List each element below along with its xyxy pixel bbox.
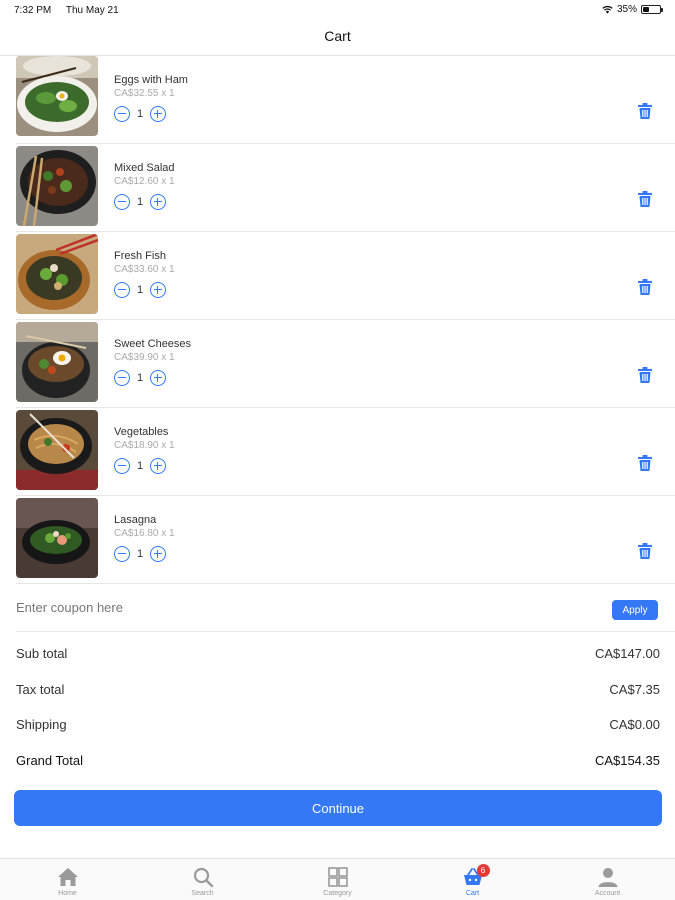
- increase-quantity-button[interactable]: [150, 546, 166, 562]
- row-divider: [16, 583, 675, 584]
- tax-label: Tax total: [16, 681, 65, 697]
- subtotal-value: CA$147.00: [594, 646, 660, 661]
- quantity-value: 1: [136, 284, 144, 296]
- tab-search[interactable]: Search: [135, 859, 270, 900]
- food-image: [16, 410, 98, 490]
- continue-button[interactable]: Continue: [14, 790, 662, 826]
- shipping-row: Shipping CA$0.00: [16, 707, 660, 743]
- grand-total-value: CA$154.35: [594, 752, 660, 768]
- quantity-value: 1: [136, 548, 144, 560]
- trash-icon[interactable]: [637, 190, 653, 208]
- quantity-value: 1: [136, 108, 144, 120]
- decrease-quantity-button[interactable]: [114, 282, 130, 298]
- food-image: [16, 498, 98, 578]
- battery-icon: [641, 5, 663, 14]
- grand-total-row: Grand Total CA$154.35: [16, 743, 660, 779]
- cart-count-badge: 6: [476, 864, 490, 877]
- status-date: Thu May 21: [65, 5, 119, 16]
- coupon-input[interactable]: [16, 600, 416, 615]
- item-price: CA$12.60 x 1: [114, 176, 175, 187]
- quantity-stepper: 1: [114, 370, 166, 386]
- increase-quantity-button[interactable]: [150, 282, 166, 298]
- item-name: Mixed Salad: [114, 162, 175, 174]
- battery-percent: 35%: [616, 4, 637, 15]
- cart-item: Sweet Cheeses CA$39.90 x 1 1: [0, 320, 675, 408]
- order-summary: Sub total CA$147.00 Tax total CA$7.35 Sh…: [16, 636, 660, 778]
- quantity-stepper: 1: [114, 458, 166, 474]
- subtotal-row: Sub total CA$147.00: [16, 636, 660, 672]
- item-name: Sweet Cheeses: [114, 338, 192, 350]
- increase-quantity-button[interactable]: [150, 194, 166, 210]
- food-image: [16, 146, 98, 226]
- shipping-value: CA$0.00: [609, 717, 660, 732]
- quantity-value: 1: [136, 196, 144, 208]
- trash-icon[interactable]: [637, 102, 653, 120]
- decrease-quantity-button[interactable]: [114, 546, 130, 562]
- cart-item: Lasagna CA$16.80 x 1 1: [0, 496, 675, 584]
- cart-item: Mixed Salad CA$12.60 x 1 1: [0, 144, 675, 232]
- grand-total-label: Grand Total: [16, 752, 83, 768]
- tab-category[interactable]: Category: [270, 859, 405, 900]
- grid-icon: [327, 867, 348, 887]
- tab-bar: Home Search Category 6 Cart Account: [0, 858, 675, 900]
- person-icon: [598, 868, 617, 887]
- tab-account[interactable]: Account: [540, 859, 675, 900]
- item-price: CA$32.55 x 1: [114, 88, 175, 99]
- status-bar: 7:32 PM Thu May 21 35%: [0, 0, 675, 20]
- item-price: CA$39.90 x 1: [114, 352, 175, 363]
- quantity-stepper: 1: [114, 194, 166, 210]
- tab-label: Account: [594, 890, 621, 897]
- item-name: Vegetables: [114, 426, 169, 438]
- item-name: Fresh Fish: [114, 250, 166, 262]
- quantity-stepper: 1: [114, 282, 166, 298]
- quantity-value: 1: [136, 460, 144, 472]
- trash-icon[interactable]: [637, 454, 653, 472]
- coupon-row: Apply: [0, 586, 675, 632]
- cart-item: Fresh Fish CA$33.60 x 1 1: [0, 232, 675, 320]
- tab-home[interactable]: Home: [0, 859, 135, 900]
- tab-label: Cart: [465, 890, 480, 897]
- decrease-quantity-button[interactable]: [114, 458, 130, 474]
- item-price: CA$18.90 x 1: [114, 440, 175, 451]
- status-time: 7:32 PM: [14, 5, 52, 16]
- increase-quantity-button[interactable]: [150, 458, 166, 474]
- apply-coupon-button[interactable]: Apply: [612, 600, 658, 620]
- coupon-divider: [16, 631, 675, 632]
- home-icon: [57, 868, 78, 886]
- quantity-stepper: 1: [114, 546, 166, 562]
- food-image: [16, 322, 98, 402]
- item-name: Eggs with Ham: [114, 74, 188, 86]
- trash-icon[interactable]: [637, 278, 653, 296]
- tab-label: Category: [323, 890, 352, 897]
- page-title: Cart: [324, 28, 351, 44]
- wifi-icon: [602, 6, 613, 14]
- food-image: [16, 56, 98, 136]
- trash-icon[interactable]: [637, 366, 653, 384]
- increase-quantity-button[interactable]: [150, 106, 166, 122]
- decrease-quantity-button[interactable]: [114, 106, 130, 122]
- quantity-stepper: 1: [114, 106, 166, 122]
- tab-label: Search: [191, 890, 214, 897]
- tax-value: CA$7.35: [609, 681, 660, 697]
- cart-item: Eggs with Ham CA$32.55 x 1 1: [0, 56, 675, 144]
- cart-list[interactable]: Eggs with Ham CA$32.55 x 1 1 Mixed Salad…: [0, 56, 675, 586]
- trash-icon[interactable]: [637, 542, 653, 560]
- tab-cart[interactable]: 6 Cart: [405, 859, 540, 900]
- quantity-value: 1: [136, 372, 144, 384]
- food-image: [16, 234, 98, 314]
- decrease-quantity-button[interactable]: [114, 194, 130, 210]
- item-name: Lasagna: [114, 514, 157, 526]
- subtotal-label: Sub total: [16, 646, 68, 661]
- item-price: CA$33.60 x 1: [114, 264, 175, 275]
- item-price: CA$16.80 x 1: [114, 528, 175, 539]
- tax-row: Tax total CA$7.35: [16, 672, 660, 708]
- tab-label: Home: [58, 890, 77, 897]
- increase-quantity-button[interactable]: [150, 370, 166, 386]
- shipping-label: Shipping: [16, 717, 67, 732]
- decrease-quantity-button[interactable]: [114, 370, 130, 386]
- cart-item: Vegetables CA$18.90 x 1 1: [0, 408, 675, 496]
- search-icon: [193, 867, 213, 888]
